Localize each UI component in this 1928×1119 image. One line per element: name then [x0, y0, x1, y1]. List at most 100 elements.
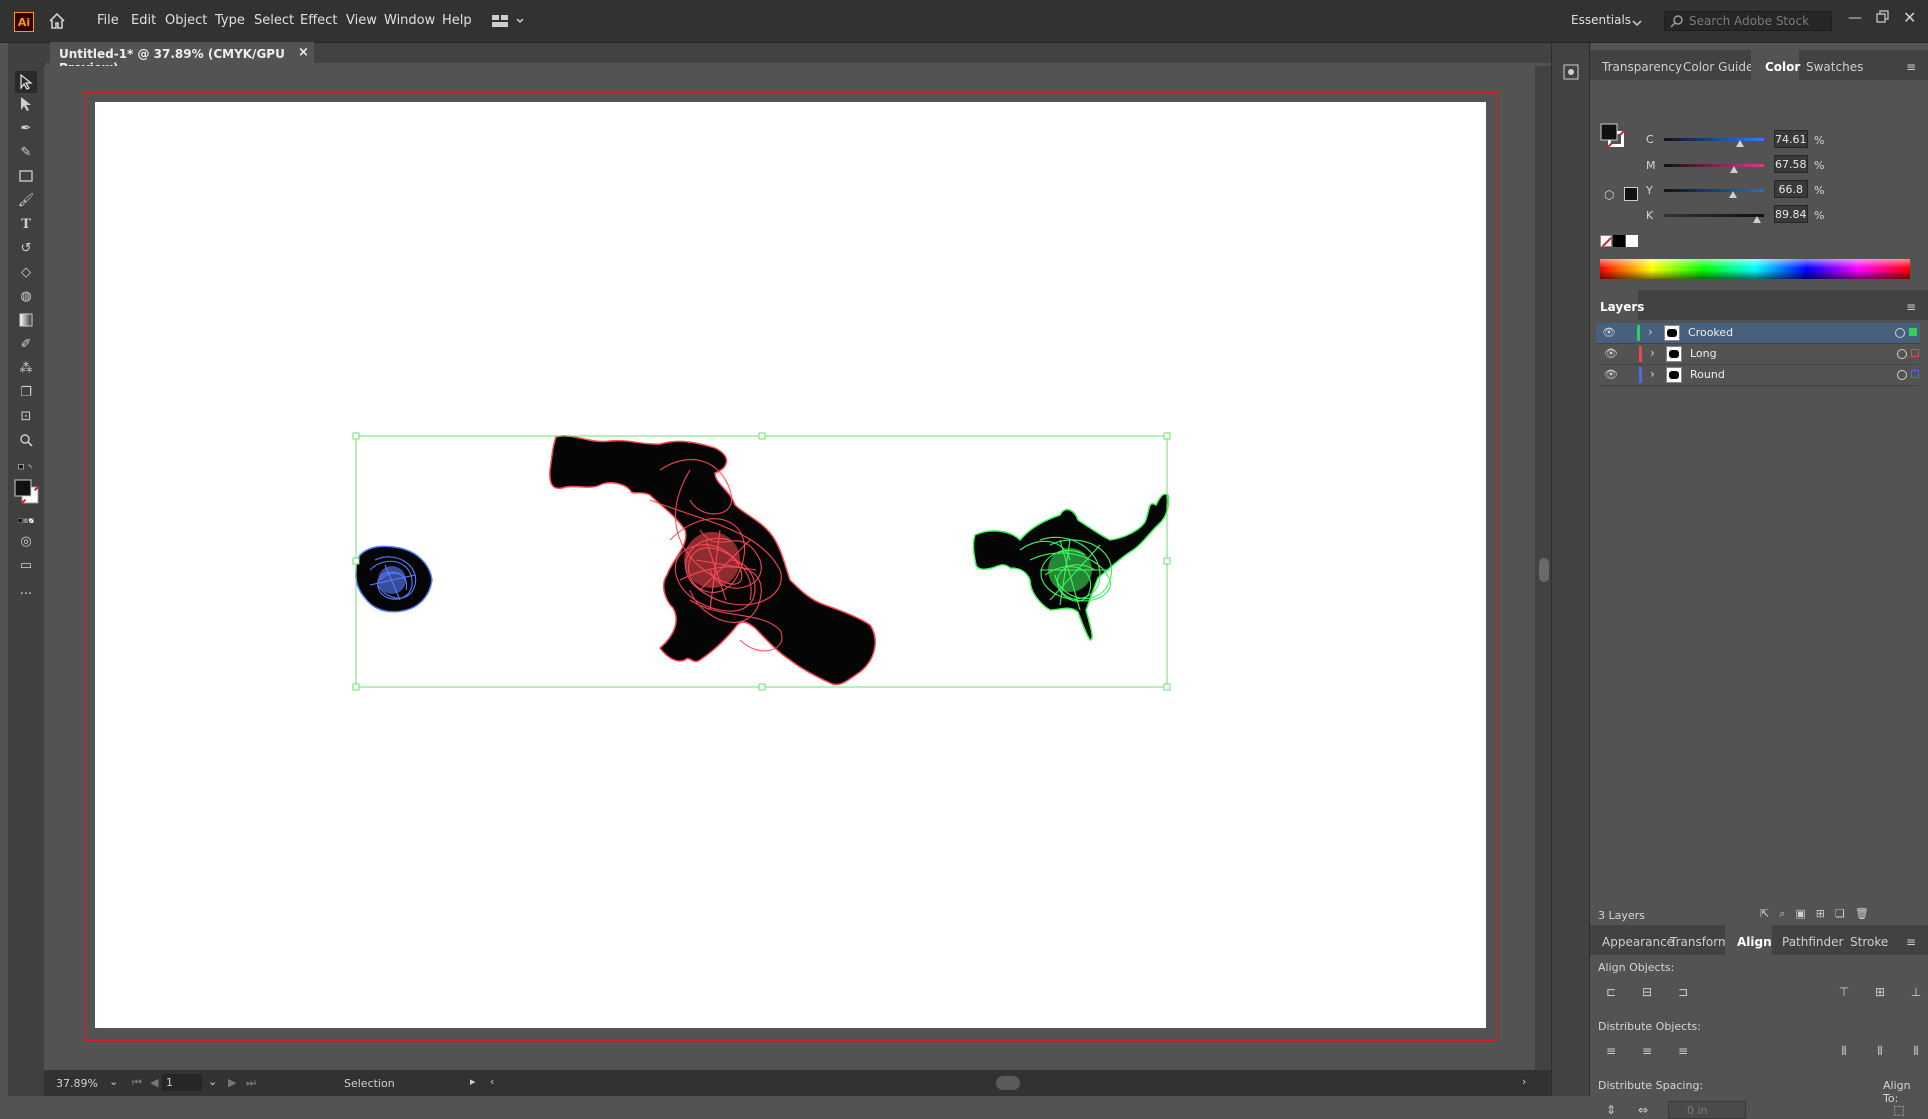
- tab-appearance[interactable]: Appearance: [1602, 935, 1674, 949]
- scroll-left-icon[interactable]: ‹: [490, 1075, 494, 1088]
- channel-c-slider[interactable]: [1664, 138, 1764, 141]
- vertical-align-top-icon[interactable]: ⊤: [1835, 983, 1853, 1001]
- horizontal-align-center-icon[interactable]: ⊟: [1638, 983, 1656, 1001]
- layer-thumbnail: [1666, 346, 1682, 362]
- next-artboard-icon[interactable]: ▶: [228, 1076, 236, 1089]
- slider-thumb-k[interactable]: [1753, 216, 1761, 223]
- layers-footer-actions: ⇱ ⌕ ▣ ⊞ ❏ 🗑: [1760, 907, 1920, 923]
- horizontal-scroll-thumb[interactable]: [996, 1076, 1020, 1090]
- scroll-thumb[interactable]: [1539, 558, 1549, 582]
- last-artboard-icon[interactable]: ⏭: [246, 1076, 256, 1090]
- slider-thumb-c[interactable]: [1736, 140, 1744, 147]
- layer-selection-indicator[interactable]: [1911, 349, 1919, 357]
- layer-selection-indicator[interactable]: [1909, 328, 1917, 336]
- spacing-value-field[interactable]: 0 in: [1668, 1101, 1746, 1119]
- locate-object-icon[interactable]: ⌕: [1779, 907, 1785, 923]
- tab-pathfinder[interactable]: Pathfinder: [1782, 935, 1843, 949]
- make-clipping-mask-icon[interactable]: ▣: [1795, 907, 1805, 923]
- cmyk-sliders: C 74.61 % M 67.58 % Y 66.8 % K 89.84 %: [1590, 43, 1928, 243]
- layers-menu-icon[interactable]: ≡: [1906, 300, 1916, 314]
- properties-tabs: Appearance Transform Align Pathfinder St…: [1590, 925, 1928, 955]
- tab-layers[interactable]: Layers: [1590, 290, 1644, 320]
- first-artboard-icon[interactable]: ⏮: [132, 1076, 142, 1090]
- expand-layer-icon[interactable]: ›: [1650, 367, 1655, 381]
- prev-artboard-icon[interactable]: ◀: [150, 1076, 158, 1089]
- artboard-number-field[interactable]: 1: [162, 1074, 202, 1091]
- vertical-align-bottom-icon[interactable]: ⊥: [1907, 983, 1925, 1001]
- expand-layer-icon[interactable]: ›: [1650, 346, 1655, 360]
- artboard-dropdown-icon[interactable]: ⌄: [208, 1075, 217, 1088]
- layer-target-icon[interactable]: [1895, 328, 1905, 338]
- layer-thumbnail: [1666, 367, 1682, 383]
- long-shape[interactable]: [549, 435, 876, 686]
- layer-row-round[interactable]: 👁 › Round: [1598, 365, 1919, 386]
- delete-layer-icon[interactable]: 🗑: [1855, 907, 1869, 923]
- channel-m-slider[interactable]: [1664, 164, 1764, 167]
- crooked-shape[interactable]: [972, 493, 1170, 641]
- tab-align-active[interactable]: Align: [1725, 925, 1772, 955]
- visibility-eye-icon[interactable]: 👁: [1604, 347, 1618, 360]
- channel-k-unit: %: [1814, 209, 1825, 222]
- layer-color-bar: [1639, 346, 1642, 362]
- layer-name[interactable]: Crooked: [1688, 326, 1733, 339]
- layer-selection-indicator[interactable]: [1911, 370, 1919, 378]
- export-icon[interactable]: ⇱: [1760, 907, 1769, 923]
- tab-transform[interactable]: Transform: [1670, 935, 1730, 949]
- channel-k-value[interactable]: 89.84: [1774, 205, 1808, 223]
- artboard-number: 1: [166, 1076, 173, 1089]
- layer-color-bar: [1639, 367, 1642, 383]
- color-spectrum[interactable]: [1600, 259, 1910, 279]
- layer-name[interactable]: Round: [1690, 368, 1725, 381]
- channel-k-slider[interactable]: [1664, 214, 1764, 217]
- channel-k-label: K: [1646, 209, 1654, 222]
- expand-layer-icon[interactable]: ›: [1648, 325, 1653, 339]
- distribute-bottom-icon[interactable]: ≡: [1674, 1042, 1692, 1060]
- layer-row-long[interactable]: 👁 › Long: [1598, 344, 1919, 365]
- layer-color-bar: [1637, 325, 1640, 341]
- slider-thumb-y[interactable]: [1729, 191, 1737, 198]
- align-to-selection-icon[interactable]: ⬚: [1890, 1101, 1908, 1119]
- vertical-distribute-space-icon[interactable]: ⇕: [1602, 1101, 1620, 1119]
- distribute-vcenter-icon[interactable]: ≡: [1638, 1042, 1656, 1060]
- visibility-eye-icon[interactable]: 👁: [1602, 326, 1616, 339]
- layer-target-icon[interactable]: [1897, 349, 1907, 359]
- horizontal-distribute-space-icon[interactable]: ⇔: [1634, 1101, 1652, 1119]
- round-shape[interactable]: [355, 545, 433, 613]
- distribute-top-icon[interactable]: ≡: [1602, 1042, 1620, 1060]
- horizontal-align-right-icon[interactable]: ⊐: [1674, 983, 1692, 1001]
- tab-align: Align: [1737, 935, 1772, 949]
- channel-y-value[interactable]: 66.8: [1774, 180, 1808, 198]
- new-layer-icon[interactable]: ❏: [1835, 907, 1845, 923]
- horizontal-align-left-icon[interactable]: ⊏: [1602, 983, 1620, 1001]
- status-menu-icon[interactable]: ▸: [470, 1075, 476, 1088]
- distribute-objects-label: Distribute Objects:: [1598, 1020, 1701, 1033]
- channel-c-value[interactable]: 74.61: [1774, 130, 1808, 148]
- right-panels: Transparency Color Guide Color Swatches …: [1589, 43, 1928, 1119]
- channel-c-unit: %: [1814, 134, 1825, 147]
- distribute-right-icon[interactable]: ⦀: [1907, 1042, 1925, 1060]
- layers-panel-header: Layers ≡: [1590, 290, 1928, 320]
- current-tool-status[interactable]: Selection: [344, 1077, 395, 1090]
- distribute-left-icon[interactable]: ⦀: [1835, 1042, 1853, 1060]
- scroll-right-icon[interactable]: ›: [1522, 1075, 1526, 1088]
- black-swatch[interactable]: [1613, 235, 1625, 247]
- layer-row-crooked[interactable]: 👁 › Crooked: [1596, 323, 1920, 344]
- slider-thumb-m[interactable]: [1730, 166, 1738, 173]
- align-menu-icon[interactable]: ≡: [1906, 935, 1916, 949]
- tab-stroke[interactable]: Stroke: [1850, 935, 1888, 949]
- zoom-dropdown-icon[interactable]: ⌄: [109, 1075, 118, 1088]
- properties-panel-icon[interactable]: [1562, 63, 1580, 81]
- vertical-align-center-icon[interactable]: ⊞: [1871, 983, 1889, 1001]
- visibility-eye-icon[interactable]: 👁: [1604, 368, 1618, 381]
- create-sublayer-icon[interactable]: ⊞: [1816, 907, 1825, 923]
- layer-target-icon[interactable]: [1897, 370, 1907, 380]
- channel-y-slider[interactable]: [1664, 189, 1764, 192]
- zoom-level[interactable]: 37.89%: [56, 1077, 98, 1090]
- layer-name[interactable]: Long: [1690, 347, 1717, 360]
- spacing-value: 0 in: [1687, 1104, 1708, 1117]
- white-swatch[interactable]: [1626, 235, 1638, 247]
- channel-m-value[interactable]: 67.58: [1774, 155, 1808, 173]
- none-swatch[interactable]: [1600, 235, 1612, 247]
- distribute-hcenter-icon[interactable]: ⦀: [1871, 1042, 1889, 1060]
- channel-c-label: C: [1646, 133, 1654, 146]
